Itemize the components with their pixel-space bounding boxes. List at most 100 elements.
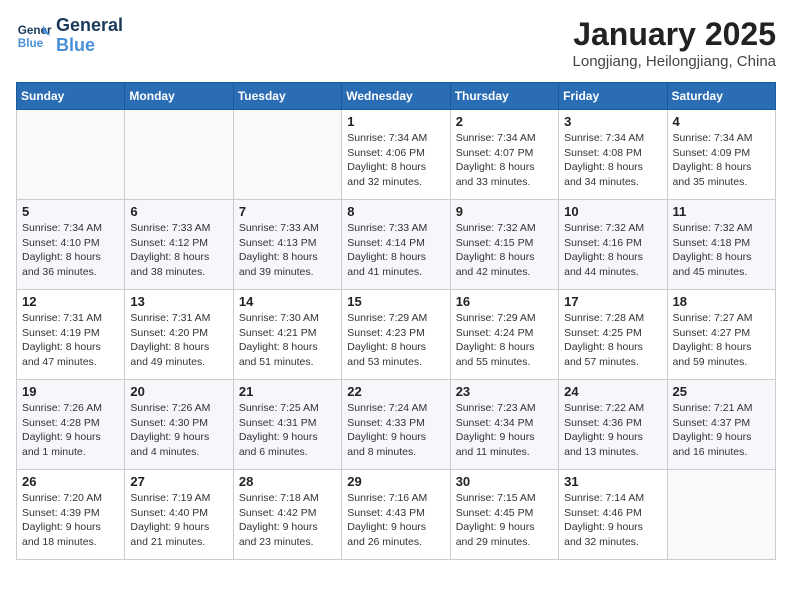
day-number: 30 bbox=[456, 474, 553, 489]
day-info: Sunrise: 7:26 AM Sunset: 4:30 PM Dayligh… bbox=[130, 401, 227, 460]
logo-icon: General Blue bbox=[16, 18, 52, 54]
day-number: 22 bbox=[347, 384, 444, 399]
weekday-header: Thursday bbox=[450, 83, 558, 110]
location: Longjiang, Heilongjiang, China bbox=[573, 53, 776, 70]
calendar-cell bbox=[17, 110, 125, 200]
day-info: Sunrise: 7:26 AM Sunset: 4:28 PM Dayligh… bbox=[22, 401, 119, 460]
calendar-cell: 23Sunrise: 7:23 AM Sunset: 4:34 PM Dayli… bbox=[450, 380, 558, 470]
day-number: 28 bbox=[239, 474, 336, 489]
calendar-cell: 16 Sunrise: 7:29 AM Sunset: 4:24 PM Dayli… bbox=[450, 290, 558, 380]
day-info: Sunrise: 7:34 AM Sunset: 4:06 PM Dayligh… bbox=[347, 131, 444, 190]
calendar-cell: 8 Sunrise: 7:33 AM Sunset: 4:14 PM Daylig… bbox=[342, 200, 450, 290]
day-info: Sunrise: 7:33 AM Sunset: 4:14 PM Dayligh… bbox=[347, 221, 444, 280]
day-info: Sunrise: 7:19 AM Sunset: 4:40 PM Dayligh… bbox=[130, 491, 227, 550]
day-number: 29 bbox=[347, 474, 444, 489]
svg-text:Blue: Blue bbox=[18, 37, 44, 50]
calendar-cell: 31 Sunrise: 7:14 AM Sunset: 4:46 PM Dayli… bbox=[559, 470, 667, 560]
weekday-header: Friday bbox=[559, 83, 667, 110]
calendar-cell: 27 Sunrise: 7:19 AM Sunset: 4:40 PM Dayli… bbox=[125, 470, 233, 560]
day-info: Sunrise: 7:20 AM Sunset: 4:39 PM Dayligh… bbox=[22, 491, 119, 550]
day-info: Sunrise: 7:18 AM Sunset: 4:42 PM Dayligh… bbox=[239, 491, 336, 550]
calendar-week-row: 26 Sunrise: 7:20 AM Sunset: 4:39 PM Dayli… bbox=[17, 470, 776, 560]
day-info: Sunrise: 7:22 AM Sunset: 4:36 PM Dayligh… bbox=[564, 401, 661, 460]
day-number: 15 bbox=[347, 294, 444, 309]
calendar-cell: 7Sunrise: 7:33 AM Sunset: 4:13 PM Daylig… bbox=[233, 200, 341, 290]
calendar-cell: 29 Sunrise: 7:16 AM Sunset: 4:43 PM Dayli… bbox=[342, 470, 450, 560]
day-number: 5 bbox=[22, 204, 119, 219]
day-number: 16 bbox=[456, 294, 553, 309]
day-number: 8 bbox=[347, 204, 444, 219]
day-info: Sunrise: 7:31 AM Sunset: 4:20 PM Dayligh… bbox=[130, 311, 227, 370]
weekday-header: Monday bbox=[125, 83, 233, 110]
calendar-cell: 9Sunrise: 7:32 AM Sunset: 4:15 PM Daylig… bbox=[450, 200, 558, 290]
day-info: Sunrise: 7:29 AM Sunset: 4:24 PM Dayligh… bbox=[456, 311, 553, 370]
calendar-cell: 13 Sunrise: 7:31 AM Sunset: 4:20 PM Dayli… bbox=[125, 290, 233, 380]
day-number: 14 bbox=[239, 294, 336, 309]
calendar-cell: 30 Sunrise: 7:15 AM Sunset: 4:45 PM Dayli… bbox=[450, 470, 558, 560]
calendar-cell bbox=[233, 110, 341, 200]
calendar-cell bbox=[667, 470, 775, 560]
day-info: Sunrise: 7:34 AM Sunset: 4:09 PM Dayligh… bbox=[673, 131, 770, 190]
day-info: Sunrise: 7:27 AM Sunset: 4:27 PM Dayligh… bbox=[673, 311, 770, 370]
day-number: 9 bbox=[456, 204, 553, 219]
day-number: 20 bbox=[130, 384, 227, 399]
svg-text:General: General bbox=[18, 24, 52, 37]
weekday-header: Saturday bbox=[667, 83, 775, 110]
day-number: 18 bbox=[673, 294, 770, 309]
day-number: 19 bbox=[22, 384, 119, 399]
day-number: 27 bbox=[130, 474, 227, 489]
day-number: 11 bbox=[673, 204, 770, 219]
day-number: 17 bbox=[564, 294, 661, 309]
day-info: Sunrise: 7:24 AM Sunset: 4:33 PM Dayligh… bbox=[347, 401, 444, 460]
calendar-week-row: 1 Sunrise: 7:34 AM Sunset: 4:06 PM Daylig… bbox=[17, 110, 776, 200]
logo-text: General Blue bbox=[56, 16, 123, 56]
day-info: Sunrise: 7:32 AM Sunset: 4:16 PM Dayligh… bbox=[564, 221, 661, 280]
day-info: Sunrise: 7:16 AM Sunset: 4:43 PM Dayligh… bbox=[347, 491, 444, 550]
day-info: Sunrise: 7:30 AM Sunset: 4:21 PM Dayligh… bbox=[239, 311, 336, 370]
calendar-week-row: 19 Sunrise: 7:26 AM Sunset: 4:28 PM Dayli… bbox=[17, 380, 776, 470]
calendar-cell: 12Sunrise: 7:31 AM Sunset: 4:19 PM Dayli… bbox=[17, 290, 125, 380]
calendar-cell: 21 Sunrise: 7:25 AM Sunset: 4:31 PM Dayli… bbox=[233, 380, 341, 470]
calendar-cell: 14 Sunrise: 7:30 AM Sunset: 4:21 PM Dayli… bbox=[233, 290, 341, 380]
calendar-cell: 26 Sunrise: 7:20 AM Sunset: 4:39 PM Dayli… bbox=[17, 470, 125, 560]
day-info: Sunrise: 7:34 AM Sunset: 4:10 PM Dayligh… bbox=[22, 221, 119, 280]
day-number: 1 bbox=[347, 114, 444, 129]
calendar-cell: 2 Sunrise: 7:34 AM Sunset: 4:07 PM Daylig… bbox=[450, 110, 558, 200]
day-number: 26 bbox=[22, 474, 119, 489]
day-info: Sunrise: 7:34 AM Sunset: 4:07 PM Dayligh… bbox=[456, 131, 553, 190]
calendar-cell: 1 Sunrise: 7:34 AM Sunset: 4:06 PM Daylig… bbox=[342, 110, 450, 200]
day-number: 24 bbox=[564, 384, 661, 399]
day-number: 3 bbox=[564, 114, 661, 129]
month-title: January 2025 bbox=[573, 16, 776, 53]
weekday-header: Wednesday bbox=[342, 83, 450, 110]
logo: General Blue General Blue bbox=[16, 16, 123, 56]
calendar-cell: 22 Sunrise: 7:24 AM Sunset: 4:33 PM Dayli… bbox=[342, 380, 450, 470]
day-number: 21 bbox=[239, 384, 336, 399]
day-info: Sunrise: 7:25 AM Sunset: 4:31 PM Dayligh… bbox=[239, 401, 336, 460]
title-block: January 2025 Longjiang, Heilongjiang, Ch… bbox=[573, 16, 776, 70]
day-info: Sunrise: 7:14 AM Sunset: 4:46 PM Dayligh… bbox=[564, 491, 661, 550]
calendar-cell: 19 Sunrise: 7:26 AM Sunset: 4:28 PM Dayli… bbox=[17, 380, 125, 470]
day-number: 25 bbox=[673, 384, 770, 399]
calendar-header-row: SundayMondayTuesdayWednesdayThursdayFrid… bbox=[17, 83, 776, 110]
calendar-week-row: 5 Sunrise: 7:34 AM Sunset: 4:10 PM Daylig… bbox=[17, 200, 776, 290]
calendar-cell: 28 Sunrise: 7:18 AM Sunset: 4:42 PM Dayli… bbox=[233, 470, 341, 560]
day-info: Sunrise: 7:28 AM Sunset: 4:25 PM Dayligh… bbox=[564, 311, 661, 370]
day-number: 13 bbox=[130, 294, 227, 309]
calendar-cell: 17 Sunrise: 7:28 AM Sunset: 4:25 PM Dayli… bbox=[559, 290, 667, 380]
day-number: 7 bbox=[239, 204, 336, 219]
day-info: Sunrise: 7:32 AM Sunset: 4:18 PM Dayligh… bbox=[673, 221, 770, 280]
day-number: 23 bbox=[456, 384, 553, 399]
calendar: SundayMondayTuesdayWednesdayThursdayFrid… bbox=[16, 82, 776, 560]
day-info: Sunrise: 7:15 AM Sunset: 4:45 PM Dayligh… bbox=[456, 491, 553, 550]
calendar-cell: 5 Sunrise: 7:34 AM Sunset: 4:10 PM Daylig… bbox=[17, 200, 125, 290]
calendar-cell: 4Sunrise: 7:34 AM Sunset: 4:09 PM Daylig… bbox=[667, 110, 775, 200]
page-header: General Blue General Blue January 2025 L… bbox=[16, 16, 776, 70]
day-info: Sunrise: 7:34 AM Sunset: 4:08 PM Dayligh… bbox=[564, 131, 661, 190]
day-info: Sunrise: 7:31 AM Sunset: 4:19 PM Dayligh… bbox=[22, 311, 119, 370]
day-number: 31 bbox=[564, 474, 661, 489]
day-number: 2 bbox=[456, 114, 553, 129]
day-info: Sunrise: 7:21 AM Sunset: 4:37 PM Dayligh… bbox=[673, 401, 770, 460]
calendar-cell: 25 Sunrise: 7:21 AM Sunset: 4:37 PM Dayli… bbox=[667, 380, 775, 470]
calendar-cell bbox=[125, 110, 233, 200]
